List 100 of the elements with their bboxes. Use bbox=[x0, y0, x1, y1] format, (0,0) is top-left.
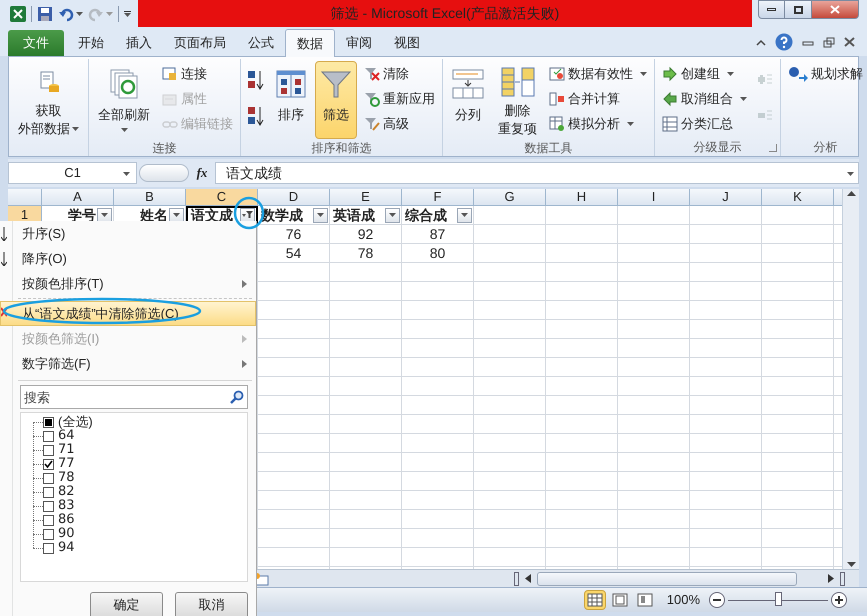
ribbon-button[interactable]: 取消组合 bbox=[659, 87, 750, 111]
toolbar-button[interactable] bbox=[58, 6, 74, 22]
checkbox[interactable] bbox=[43, 430, 54, 442]
ribbon-button[interactable]: 删除 重复项 bbox=[493, 61, 542, 139]
ribbon-button[interactable]: 筛选 bbox=[315, 61, 357, 139]
menu-item[interactable]: 升序(S) bbox=[0, 221, 256, 246]
list-item-label[interactable]: 94 bbox=[58, 541, 75, 555]
header-cell[interactable]: 综合成 bbox=[402, 206, 474, 224]
filter-button[interactable] bbox=[169, 208, 184, 222]
caret-icon bbox=[124, 13, 131, 17]
checkbox[interactable] bbox=[43, 542, 54, 554]
menu-item[interactable]: 数字筛选(F) bbox=[0, 351, 256, 376]
close-button[interactable] bbox=[812, 0, 859, 19]
ribbon-button[interactable]: 分列 bbox=[447, 61, 489, 139]
filter-button[interactable] bbox=[240, 208, 255, 222]
down-arrow-icon bbox=[1, 227, 7, 241]
customize-toolbar-button[interactable] bbox=[124, 11, 131, 17]
caret-icon bbox=[727, 72, 734, 76]
ribbon-button[interactable]: 创建组 bbox=[659, 62, 750, 86]
formula-field[interactable]: 语文成绩 bbox=[215, 162, 859, 184]
search-field[interactable]: 搜索 bbox=[20, 385, 248, 409]
column-header[interactable]: J bbox=[690, 189, 762, 205]
filter-button[interactable] bbox=[457, 208, 472, 222]
slider-thumb[interactable] bbox=[775, 592, 782, 606]
vertical-scrollbar[interactable] bbox=[842, 189, 859, 569]
ribbon-tab[interactable]: 数据 bbox=[285, 29, 335, 57]
column-header[interactable]: G bbox=[474, 189, 546, 205]
ribbon-button[interactable]: 排序 bbox=[271, 61, 311, 139]
name-box[interactable]: C1 bbox=[8, 162, 137, 184]
menu-item[interactable]: 降序(O) bbox=[0, 246, 256, 271]
insert-function-button[interactable]: fx bbox=[191, 163, 213, 183]
checkbox[interactable] bbox=[43, 472, 54, 484]
minimize-button[interactable] bbox=[758, 0, 785, 19]
list-item-label[interactable]: 83 bbox=[58, 499, 75, 513]
ribbon-button[interactable]: 清除 bbox=[361, 62, 438, 86]
page-break-view-icon bbox=[636, 592, 653, 608]
view-button[interactable] bbox=[584, 590, 606, 610]
caret-icon bbox=[76, 12, 83, 16]
checkbox[interactable] bbox=[43, 514, 54, 526]
split-handle[interactable] bbox=[514, 572, 519, 586]
column-header[interactable]: D bbox=[258, 189, 330, 205]
ribbon-button[interactable]: 连接 bbox=[159, 62, 236, 86]
checkbox[interactable] bbox=[43, 444, 54, 456]
column-header[interactable]: A bbox=[42, 189, 114, 205]
ribbon-tab[interactable]: 插入 bbox=[115, 30, 163, 56]
menu-item[interactable]: 按颜色排序(T) bbox=[0, 271, 256, 296]
ribbon-tab[interactable]: 开始 bbox=[67, 30, 115, 56]
list-item-label[interactable]: 71 bbox=[58, 443, 75, 457]
list-item-label[interactable]: 86 bbox=[58, 513, 75, 527]
maximize-button[interactable] bbox=[785, 0, 812, 19]
filter-button[interactable] bbox=[97, 208, 112, 222]
checkbox[interactable] bbox=[43, 458, 54, 470]
checkbox[interactable] bbox=[43, 416, 54, 428]
ribbon-tab[interactable]: 页面布局 bbox=[163, 30, 237, 56]
submenu-arrow-icon bbox=[242, 280, 247, 288]
ribbon-button[interactable]: 数据有效性 bbox=[546, 62, 650, 86]
ribbon-button[interactable]: 获取 外部数据 bbox=[13, 61, 84, 139]
ribbon-tab[interactable]: 文件 bbox=[8, 30, 64, 56]
column-header[interactable]: H bbox=[546, 189, 618, 205]
ribbon-button[interactable]: 高级 bbox=[361, 112, 438, 136]
dialog-button[interactable]: 取消 bbox=[175, 592, 248, 616]
list-item-label[interactable]: 64 bbox=[58, 429, 75, 443]
horizontal-scrollbar[interactable] bbox=[537, 572, 797, 586]
checkbox[interactable] bbox=[43, 486, 54, 498]
column-header[interactable]: K bbox=[762, 189, 834, 205]
splitter-handle[interactable] bbox=[139, 164, 189, 182]
header-cell[interactable]: 英语成 bbox=[330, 206, 402, 224]
ribbon-button[interactable]: 分类汇总 bbox=[659, 112, 750, 136]
filter-button[interactable] bbox=[313, 208, 328, 222]
caret-icon bbox=[123, 172, 130, 176]
checkbox[interactable] bbox=[43, 500, 54, 512]
zoom-level[interactable]: 100% bbox=[666, 590, 700, 610]
list-item-label[interactable]: 78 bbox=[58, 471, 75, 485]
filter-button[interactable] bbox=[385, 208, 400, 222]
column-header[interactable]: E bbox=[330, 189, 402, 205]
right-arrow-icon bbox=[662, 66, 678, 82]
zoom-in-button[interactable] bbox=[831, 592, 847, 608]
toolbar-button[interactable] bbox=[37, 6, 53, 22]
zoom-out-button[interactable] bbox=[709, 592, 725, 608]
list-item-label[interactable]: 82 bbox=[58, 485, 75, 499]
ribbon-tab[interactable]: 视图 bbox=[383, 30, 431, 56]
column-header[interactable]: C bbox=[186, 189, 258, 205]
zoom-slider[interactable] bbox=[728, 592, 828, 608]
column-header[interactable]: I bbox=[618, 189, 690, 205]
dialog-launcher[interactable] bbox=[769, 144, 777, 152]
checkbox[interactable] bbox=[43, 528, 54, 540]
caret-icon bbox=[317, 213, 324, 217]
ribbon-tab[interactable]: 审阅 bbox=[335, 30, 383, 56]
list-item-label[interactable]: 77 bbox=[58, 457, 75, 471]
list-item-label[interactable]: 90 bbox=[58, 527, 75, 541]
ribbon-button[interactable]: 合并计算 bbox=[546, 87, 650, 111]
ribbon-button[interactable]: 模拟分析 bbox=[546, 112, 650, 136]
ribbon-tab[interactable]: 公式 bbox=[237, 30, 285, 56]
ribbon-button[interactable]: 重新应用 bbox=[361, 87, 438, 111]
list-item-label[interactable]: (全选) bbox=[58, 415, 93, 429]
ribbon-button[interactable]: 全部刷新 bbox=[93, 61, 155, 139]
ribbon-button[interactable]: 规划求解 bbox=[785, 62, 866, 86]
column-header[interactable]: F bbox=[402, 189, 474, 205]
dialog-button[interactable]: 确定 bbox=[90, 592, 163, 616]
caret-icon bbox=[120, 128, 128, 132]
